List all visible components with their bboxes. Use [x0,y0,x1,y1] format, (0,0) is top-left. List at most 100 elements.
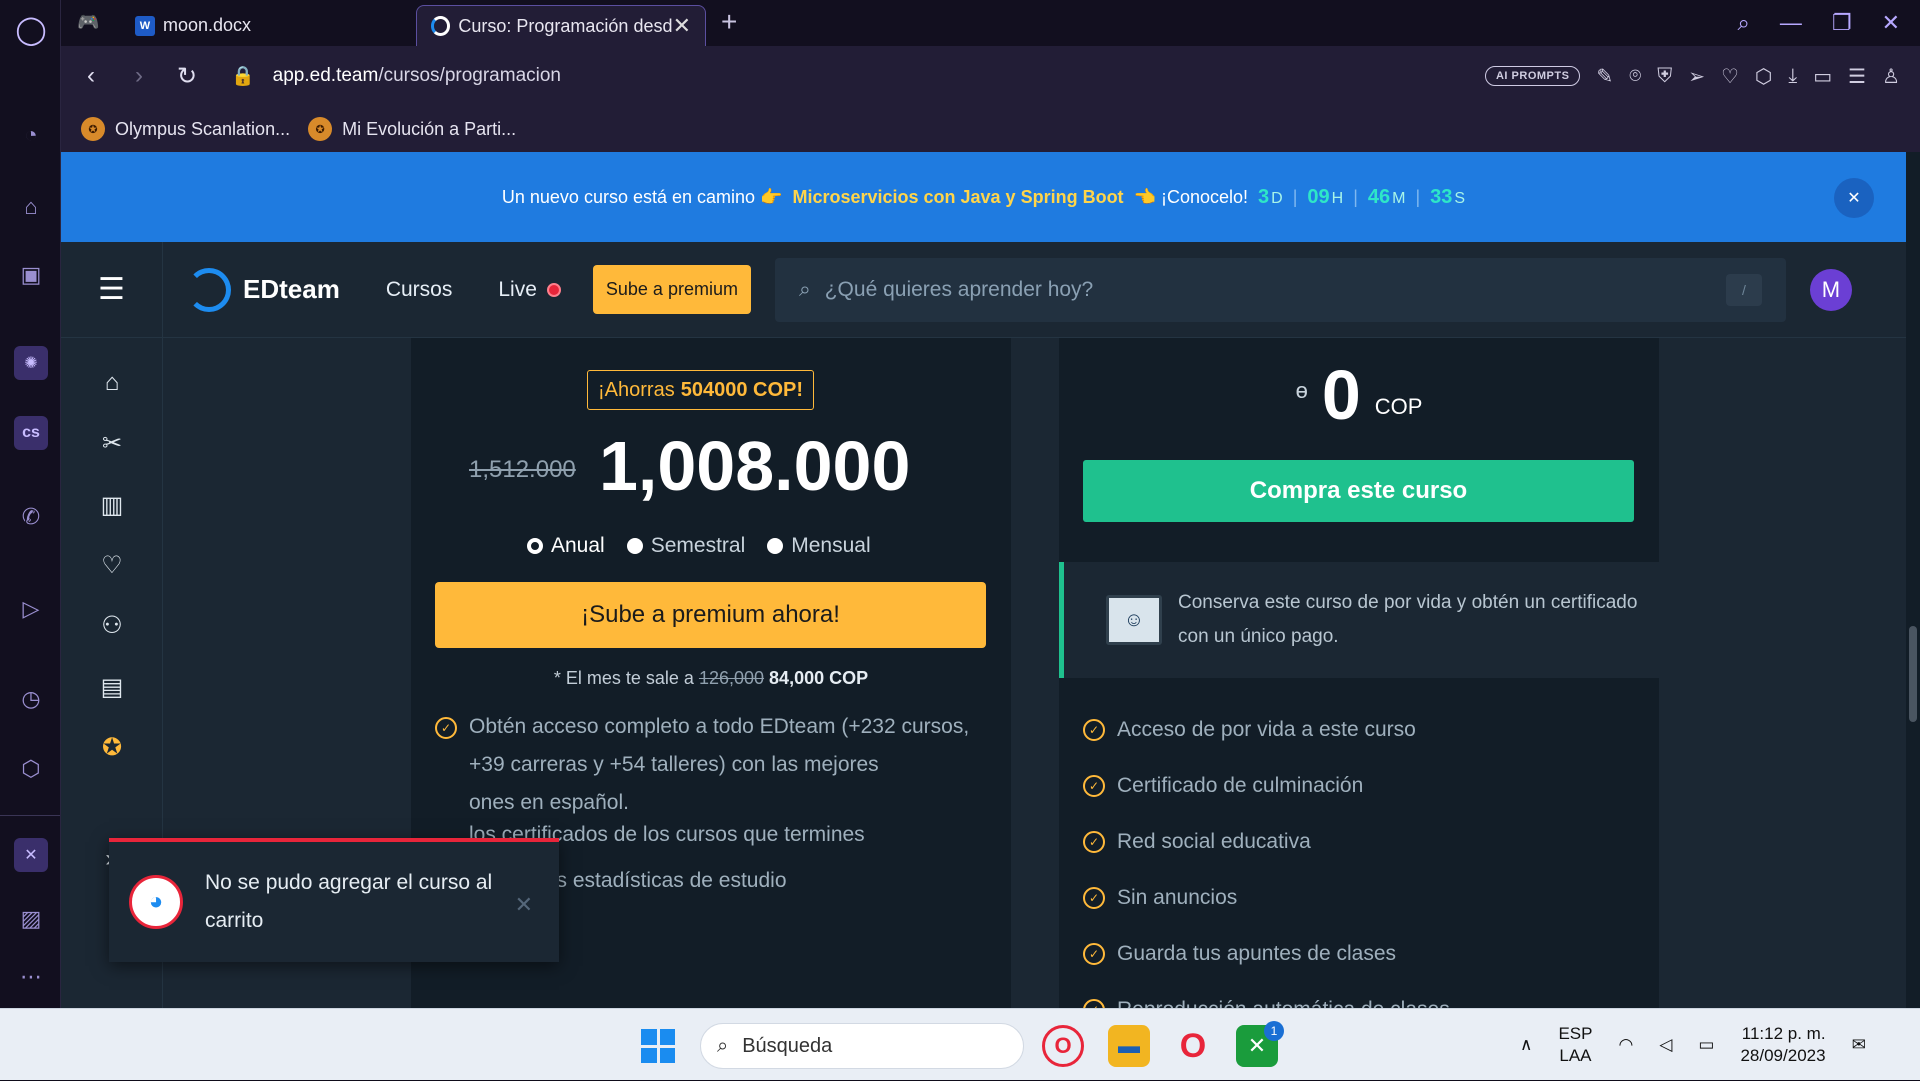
bag-icon[interactable]: ⌂ [14,190,48,224]
camera-icon[interactable]: ⌾ [1629,65,1641,88]
stats-icon[interactable]: ▥ [97,490,127,520]
windows-start-icon[interactable] [641,1029,675,1063]
opera-gx-icon[interactable]: O [1042,1025,1084,1067]
player-icon[interactable]: ▷ [14,592,48,626]
check-icon: ✓ [1083,887,1105,909]
sube-premium-button[interactable]: Sube a premium [593,265,751,314]
sube-premium-ahora-button[interactable]: ¡Sube a premium ahora! [435,582,986,648]
nav-cursos[interactable]: Cursos [386,278,453,302]
ai-prompts-button[interactable]: AI PROMPTS [1485,66,1580,86]
easy-setup-icon[interactable]: ☰ [1848,64,1866,89]
savings-badge: ¡Ahorras504000 COP! [587,370,814,410]
document-icon[interactable]: ▤ [97,672,127,702]
taskbar-search[interactable]: ⌕ Búsqueda [700,1023,1024,1069]
battery-icon[interactable]: ▭ [1698,1035,1714,1055]
opera-sidebar: ◯ ◔ ⌂ ▣ ✺ cs ✆ ▷ ◷ ⬡ ✕ ▨ ⋯ [0,0,61,1008]
wifi-icon[interactable]: ◠ [1618,1035,1633,1055]
promo-cta[interactable]: 👈 ¡Conocelo! [1134,187,1248,208]
home-icon[interactable]: ⌂ [97,368,127,398]
gallery-icon[interactable]: ▨ [14,902,48,936]
send-icon[interactable]: ➢ [1688,64,1705,89]
opera-logo-icon[interactable]: ◯ [14,12,48,46]
period-selector: Anual Semestral Mensual [527,534,871,558]
feature-item: ✓Certificado de culminación [1083,774,1363,798]
star-icon[interactable]: ✪ [97,732,127,762]
page-scrollbar[interactable] [1906,152,1920,1008]
gamepad-icon[interactable]: 🎮 [77,12,99,33]
period-mensual[interactable]: Mensual [767,534,870,558]
reload-icon[interactable]: ↻ [163,62,211,91]
benefit-item: ✓ Obtén acceso completo a todo EDteam (+… [435,708,995,822]
new-tab-icon[interactable]: + [721,6,737,38]
lifetime-note: ☺ Conserva este curso de por vida y obté… [1059,562,1659,678]
opera-icon[interactable]: O [1172,1025,1214,1067]
sidebar-divider [0,815,60,816]
heart-icon[interactable]: ♡ [1721,64,1739,89]
address-bar: ‹ › ↻ 🔒 app.ed.team/cursos/programacion … [61,46,1920,106]
notification-badge: 1 [1264,1021,1284,1041]
close-toast-icon[interactable]: ✕ [515,886,533,924]
countdown-separator: | [1293,187,1298,208]
battery-icon[interactable]: ▭ [1813,64,1832,89]
more-icon[interactable]: ⋯ [14,960,48,994]
bookmark-olympus[interactable]: ✪ Olympus Scanlation... [81,117,290,141]
back-icon[interactable]: ‹ [67,62,115,90]
edteam-logo[interactable]: EDteam [187,268,340,312]
close-tab-icon[interactable]: ✕ [673,13,691,39]
url-field[interactable]: 🔒 app.ed.team/cursos/programacion [231,64,561,88]
feature-item: ✓Acceso de por vida a este curso [1083,718,1416,742]
period-semestral[interactable]: Semestral [627,534,746,558]
restore-icon[interactable]: ❐ [1832,10,1852,36]
clock[interactable]: 11:12 p. m.28/09/2023 [1740,1023,1825,1067]
search-input[interactable]: ⌕ ¿Qué quieres aprender hoy? / [775,258,1786,322]
monthly-price-note: * El mes te sale a 126,000 84,000 COP [411,668,1011,689]
profile-icon[interactable]: ♙ [1882,64,1900,89]
shield-icon[interactable]: ⛨ [1657,65,1672,88]
cube-icon[interactable]: ⬡ [14,752,48,786]
edit-icon[interactable]: ✎ [1596,64,1613,89]
countdown-separator: | [1353,187,1358,208]
aria-icon[interactable]: ✕ [14,838,48,872]
box-icon[interactable]: ⬡ [1755,64,1772,89]
language-indicator[interactable]: ESPLAA [1558,1023,1592,1067]
community-icon[interactable]: ⚇ [97,610,127,640]
notifications-icon[interactable]: ✉ [1852,1035,1866,1055]
period-anual[interactable]: Anual [527,534,605,558]
close-window-icon[interactable]: ✕ [1882,10,1900,36]
download-icon[interactable]: ⤓ [1788,65,1797,88]
minimize-icon[interactable]: — [1780,10,1802,36]
whatsapp-icon[interactable]: ✆ [14,500,48,534]
tab-curso[interactable]: Curso: Programación desde ✕ [416,5,706,46]
chevron-up-icon[interactable]: ∧ [1520,1035,1532,1055]
tools-icon[interactable]: ✂ [97,428,127,458]
page-viewport: Un nuevo curso está en camino 👉 Microser… [61,152,1920,1008]
forward-icon[interactable]: › [115,62,163,90]
avatar[interactable]: M [1810,269,1852,311]
url-host: app.ed.team [273,65,379,86]
file-explorer-icon[interactable]: ▬ [1108,1025,1150,1067]
currency-icon: ɵ [1296,378,1308,404]
bookmark-favicon-icon: ✪ [308,117,332,141]
buy-course-card: ɵ 0 COP Compra este curso ☺ Conserva est… [1059,338,1659,1008]
feature-item: ✓Red social educativa [1083,830,1311,854]
course-price-amount: 0 [1322,360,1361,430]
search-tabs-icon[interactable]: ⌕ [1738,10,1750,36]
favorites-icon[interactable]: ♡ [97,550,127,580]
scrollbar-thumb[interactable] [1909,626,1917,722]
bookmark-label: Olympus Scanlation... [115,119,290,140]
memory-chip-icon[interactable]: ▣ [14,258,48,292]
bookmark-evolucion[interactable]: ✪ Mi Evolución a Parti... [308,117,516,141]
menu-icon[interactable]: ☰ [61,242,163,338]
chat-app-icon[interactable]: cs [14,416,48,450]
speed-dial-icon[interactable]: ◔ [14,118,48,152]
promo-course-link[interactable]: Microservicios con Java y Spring Boot [792,187,1123,208]
chatgpt-icon[interactable]: ✺ [14,346,48,380]
address-tools: AI PROMPTS ✎ ⌾ ⛨ ➢ ♡ ⬡ ⤓ ▭ ☰ ♙ [1485,64,1920,89]
history-icon[interactable]: ◷ [14,682,48,716]
url-path: /cursos/programacion [378,65,561,86]
compra-curso-button[interactable]: Compra este curso [1083,460,1634,522]
search-icon: ⌕ [799,278,811,302]
nav-live[interactable]: Live [498,278,561,302]
volume-icon[interactable]: ◁ [1659,1035,1672,1055]
close-promo-button[interactable]: ✕ [1834,178,1874,218]
